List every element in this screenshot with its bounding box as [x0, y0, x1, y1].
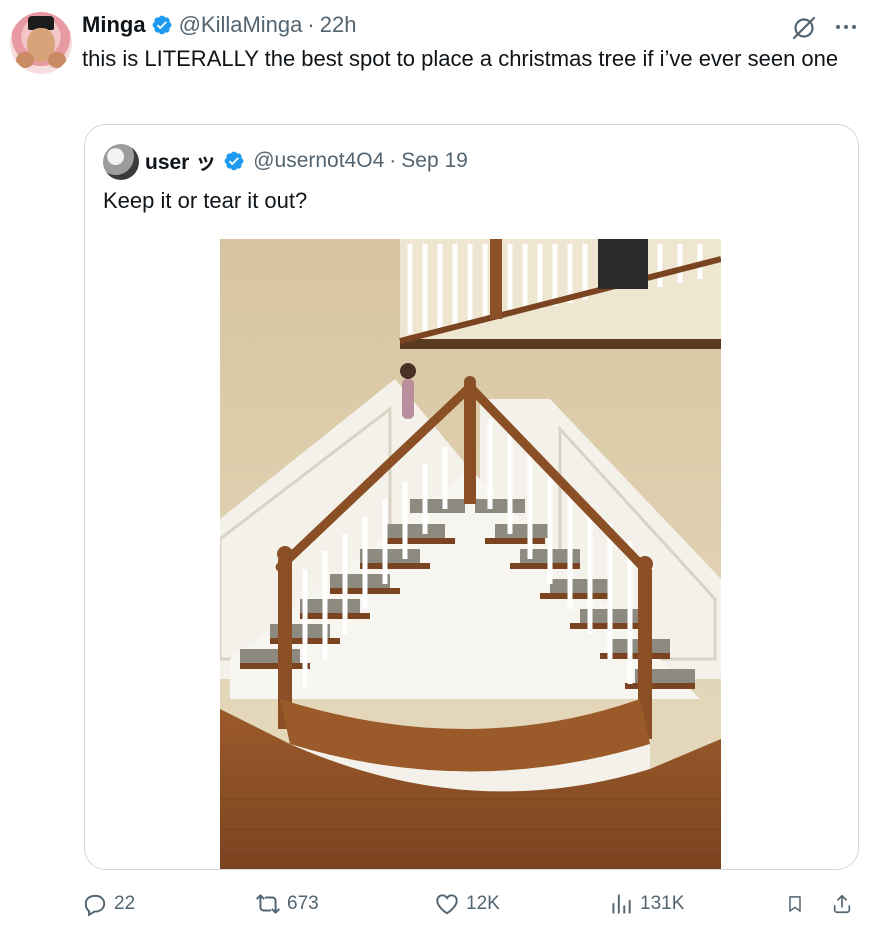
quoted-author-handle[interactable]: @usernot4O4	[253, 149, 384, 173]
author-name[interactable]: Minga	[82, 12, 146, 38]
verified-badge-icon	[152, 15, 171, 35]
reply-button[interactable]: 22	[82, 886, 135, 922]
like-count: 12K	[466, 893, 500, 914]
quoted-date[interactable]: Sep 19	[401, 149, 468, 173]
author-avatar[interactable]	[10, 12, 72, 74]
quoted-header: user ッ @usernot4O4 · Sep 19	[145, 146, 468, 176]
quoted-separator: ·	[389, 149, 397, 172]
staircase-photo[interactable]	[220, 239, 721, 869]
tweet-text: this is LITERALLY the best spot to place…	[82, 46, 839, 71]
grok-icon[interactable]	[790, 14, 818, 42]
reply-count: 22	[114, 893, 136, 914]
author-handle[interactable]: @KillaMinga	[179, 12, 303, 38]
quoted-author-name[interactable]: user ッ	[145, 146, 216, 176]
verified-badge-icon	[224, 151, 244, 171]
quoted-tweet[interactable]: user ッ @usernot4O4 · Sep 19 Keep it or t…	[84, 124, 859, 870]
like-icon	[436, 894, 458, 915]
quoted-text: Keep it or tear it out?	[103, 188, 308, 213]
repost-button[interactable]: 673	[255, 886, 319, 922]
share-button[interactable]	[831, 886, 859, 922]
reply-icon	[84, 894, 106, 917]
views-button[interactable]: 131K	[608, 886, 684, 922]
like-button[interactable]: 12K	[434, 886, 500, 922]
repost-count: 673	[287, 893, 319, 914]
tweet-header: Minga @KillaMinga · 22h	[82, 11, 356, 39]
share-icon	[833, 894, 851, 914]
staircase-illustration	[220, 239, 721, 869]
tweet-time[interactable]: 22h	[320, 12, 357, 38]
views-count: 131K	[640, 893, 685, 914]
header-separator: ·	[307, 12, 315, 37]
action-bar: 22 673 12K 131K	[0, 886, 876, 922]
bookmark-icon	[789, 896, 801, 912]
repost-icon	[256, 894, 280, 914]
more-icon[interactable]	[833, 14, 859, 40]
quoted-author-avatar[interactable]	[103, 144, 139, 180]
views-icon	[612, 894, 631, 914]
tweet: Minga @KillaMinga · 22h this is LITERALL…	[0, 0, 876, 926]
bookmark-button[interactable]	[785, 886, 811, 922]
